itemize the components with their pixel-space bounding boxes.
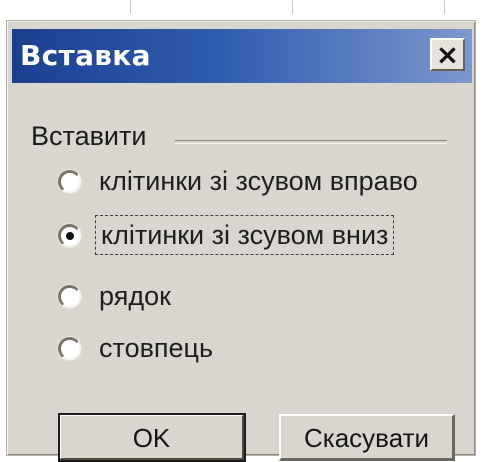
option-shift-down[interactable]: клітинки зі зсувом вниз — [58, 213, 395, 257]
background-separator-left — [130, 0, 131, 14]
dialog-titlebar: Вставка × — [12, 29, 472, 83]
option-shift-right[interactable]: клітинки зі зсувом вправо — [58, 159, 418, 203]
radio-column[interactable] — [58, 336, 81, 360]
option-column[interactable]: стовпець — [58, 326, 213, 370]
radio-shift-right[interactable] — [58, 169, 81, 193]
group-divider — [175, 140, 447, 144]
close-button[interactable]: × — [430, 38, 465, 71]
insert-group-label: Вставити — [31, 120, 155, 152]
dialog-title: Вставка — [20, 39, 151, 72]
option-row[interactable]: рядок — [58, 274, 171, 318]
cancel-button[interactable]: Скасувати — [279, 414, 455, 461]
option-shift-down-label: клітинки зі зсувом вниз — [94, 215, 395, 255]
radio-row[interactable] — [58, 284, 81, 308]
option-shift-right-label: клітинки зі зсувом вправо — [99, 166, 418, 196]
close-icon: × — [435, 37, 460, 71]
option-column-label: стовпець — [99, 333, 214, 363]
radio-shift-down[interactable] — [58, 223, 81, 247]
option-row-label: рядок — [99, 281, 171, 311]
ok-button[interactable]: OK — [58, 413, 246, 462]
background-separator-center — [292, 0, 293, 14]
insert-dialog: Вставка × Вставити клітинки зі зсувом вп… — [6, 20, 476, 462]
background-separator-right — [444, 0, 445, 14]
